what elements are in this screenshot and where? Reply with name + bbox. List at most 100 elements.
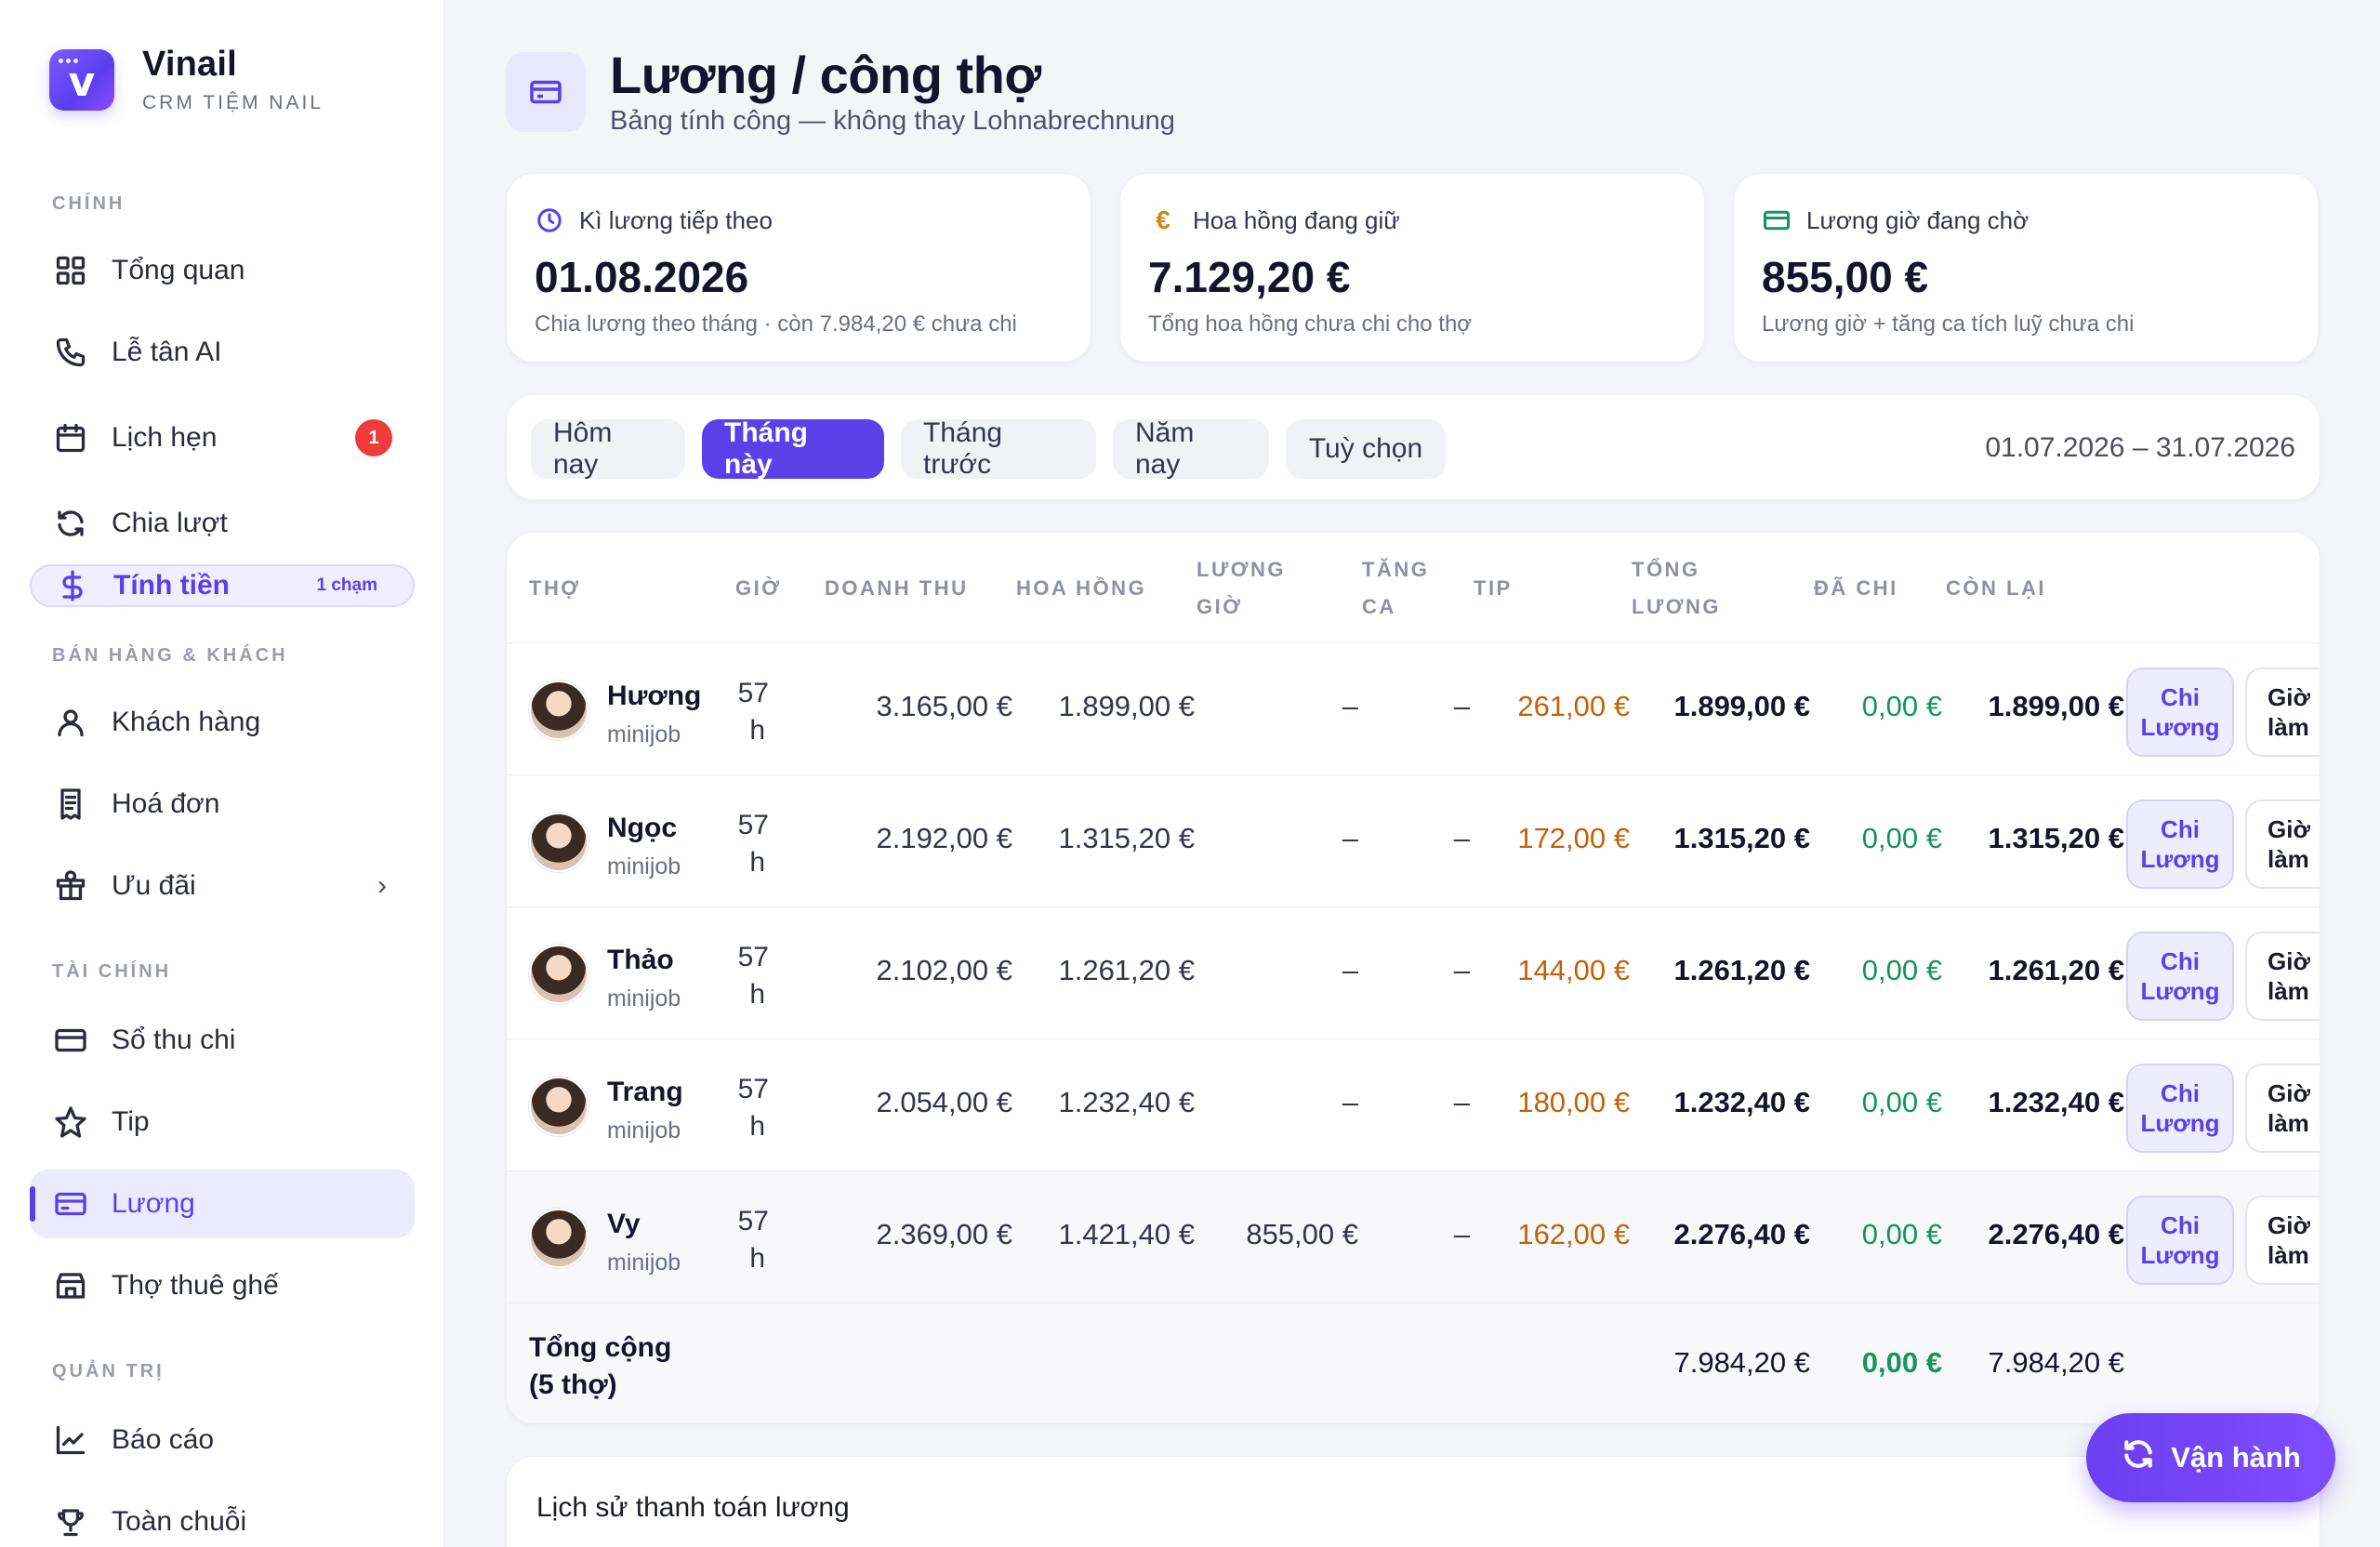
remaining-cell: 1.899,00 € xyxy=(1988,690,2124,722)
tip-cell: 144,00 € xyxy=(1517,954,1630,986)
date-range: 01.07.2026 – 31.07.2026 xyxy=(1985,432,2295,463)
sidebar-item-label: Tính tiền xyxy=(113,570,230,601)
tip-cell: 172,00 € xyxy=(1517,822,1630,854)
section-sales: BÁN HÀNG & KHÁCH xyxy=(52,645,288,666)
sidebar-item-uu-dai[interactable]: Ưu đãi › xyxy=(30,852,415,920)
pay-salary-button[interactable]: Chi Lương xyxy=(2126,932,2234,1021)
tab-last-month[interactable]: Tháng trước xyxy=(901,417,1096,480)
employee-name: Vy xyxy=(607,1209,641,1239)
work-hours-button[interactable]: Giờ làm xyxy=(2245,1196,2320,1285)
avatar xyxy=(529,681,588,740)
sidebar-item-label: Sổ thu chi xyxy=(112,1025,236,1055)
sidebar-item-khach-hang[interactable]: Khách hàng xyxy=(30,688,415,757)
column-header: HOA HỒNG xyxy=(1016,576,1147,600)
sidebar-item-luong[interactable]: Lương xyxy=(30,1170,415,1238)
operate-button[interactable]: Vận hành xyxy=(2086,1413,2335,1502)
revenue-cell: 2.054,00 € xyxy=(876,1086,1012,1118)
sidebar-item-le-tan-ai[interactable]: Lễ tân AI xyxy=(30,318,415,387)
operate-label: Vận hành xyxy=(2171,1441,2301,1474)
employee-name: Thảo xyxy=(607,945,674,975)
sidebar-item-lich-hen[interactable]: Lịch hẹn 1 xyxy=(30,403,415,472)
sidebar-item-label: Toàn chuỗi xyxy=(112,1506,247,1537)
work-hours-button[interactable]: Giờ làm xyxy=(2245,668,2320,757)
work-hours-button[interactable]: Giờ làm xyxy=(2245,800,2320,889)
column-header: DOANH THU xyxy=(825,576,969,600)
commission-cell: 1.261,20 € xyxy=(1058,954,1195,986)
avatar xyxy=(529,945,588,1004)
grid-icon xyxy=(52,252,89,289)
remaining-cell: 1.261,20 € xyxy=(1988,954,2124,986)
employee-type: minijob xyxy=(607,721,681,747)
pay-salary-button[interactable]: Chi Lương xyxy=(2126,1064,2234,1153)
paid-cell: 0,00 € xyxy=(1861,822,1942,854)
sidebar-item-label: Tổng quan xyxy=(112,255,245,285)
pay-salary-button[interactable]: Chi Lương xyxy=(2126,800,2234,889)
commission-cell: 1.232,40 € xyxy=(1058,1086,1195,1118)
revenue-cell: 3.165,00 € xyxy=(876,690,1012,722)
employee-type: minijob xyxy=(607,985,681,1012)
sidebar-item-bao-cao[interactable]: Báo cáo xyxy=(30,1406,415,1474)
brand[interactable]: v Vinail CRM TIỆM NAIL xyxy=(49,45,324,114)
commission-cell: 1.421,40 € xyxy=(1058,1218,1195,1250)
tab-today[interactable]: Hôm nay xyxy=(531,417,685,480)
gift-icon xyxy=(52,867,89,905)
employee-type: minijob xyxy=(607,1117,681,1144)
sidebar-item-tinh-tien[interactable]: Tính tiền 1 chạm xyxy=(30,564,415,607)
avatar xyxy=(529,1209,588,1268)
tip-cell: 162,00 € xyxy=(1517,1218,1630,1250)
work-hours-button[interactable]: Giờ làm xyxy=(2245,932,2320,1021)
sidebar-item-tip[interactable]: Tip xyxy=(30,1088,415,1157)
hourly-wage-cell: – xyxy=(1342,690,1358,722)
totals-row: Tổng cộng (5 thợ) 7.984,20 € 0,00 € 7.984… xyxy=(507,1302,2320,1423)
chart-icon xyxy=(52,1421,89,1459)
overtime-cell: – xyxy=(1453,1218,1470,1250)
employee-name: Trang xyxy=(607,1077,683,1107)
sidebar-item-so-thu-chi[interactable]: Sổ thu chi xyxy=(30,1006,415,1075)
sidebar-item-label: Thợ thuê ghế xyxy=(112,1270,279,1301)
sidebar-item-toan-chuoi[interactable]: Toàn chuỗi xyxy=(30,1488,415,1547)
sidebar-item-label: Khách hàng xyxy=(112,707,261,737)
card-icon xyxy=(1762,205,1792,235)
trophy-icon xyxy=(52,1503,89,1540)
sidebar-item-tho-thue-ghe[interactable]: Thợ thuê ghế xyxy=(30,1251,415,1320)
hours-cell: 57 h xyxy=(737,1074,769,1142)
paid-cell: 0,00 € xyxy=(1861,1218,1942,1250)
column-header: CA xyxy=(1362,595,1396,618)
sidebar-item-chia-luot[interactable]: Chia lượt xyxy=(30,489,415,558)
sidebar-item-tong-quan[interactable]: Tổng quan xyxy=(30,236,415,305)
overtime-cell: – xyxy=(1453,822,1470,854)
sidebar-item-label: Lịch hẹn xyxy=(112,422,218,453)
clock-icon xyxy=(535,205,564,235)
paid-cell: 0,00 € xyxy=(1861,690,1942,722)
chevron-right-icon: › xyxy=(377,870,387,901)
remaining-cell: 1.232,40 € xyxy=(1988,1086,2124,1118)
pay-salary-button[interactable]: Chi Lương xyxy=(2126,668,2234,757)
vinail-logo-icon: v xyxy=(49,48,114,111)
app-name: Vinail xyxy=(142,45,237,84)
column-header: TĂNG xyxy=(1362,558,1430,581)
sidebar-item-hoa-don[interactable]: Hoá đơn xyxy=(30,770,415,839)
tab-custom[interactable]: Tuỳ chọn xyxy=(1286,419,1446,479)
payroll-table: THỢ GIỜ DOANH THU HOA HỒNG LƯƠNG GIỜ TĂN… xyxy=(506,532,2320,1424)
column-header: TỔNG xyxy=(1632,558,1700,581)
hours-cell: 57 h xyxy=(737,678,769,746)
column-header: TIP xyxy=(1474,576,1513,600)
store-icon xyxy=(52,1267,89,1304)
refresh-icon xyxy=(2121,1436,2171,1479)
revenue-cell: 2.192,00 € xyxy=(876,822,1012,854)
avatar xyxy=(529,813,588,872)
tab-this-year[interactable]: Năm nay xyxy=(1113,417,1269,480)
tab-this-month[interactable]: Tháng này xyxy=(702,417,884,480)
dollar-icon xyxy=(54,567,91,604)
star-icon xyxy=(52,1104,89,1141)
work-hours-button[interactable]: Giờ làm xyxy=(2245,1064,2320,1153)
tip-cell: 180,00 € xyxy=(1517,1086,1630,1118)
card-icon xyxy=(52,1022,89,1059)
pay-salary-button[interactable]: Chi Lương xyxy=(2126,1196,2234,1285)
employee-name: Hương xyxy=(607,681,702,711)
euro-icon: € xyxy=(1156,205,1170,234)
remaining-sum: 7.984,20 € xyxy=(1988,1346,2124,1379)
total-wage-cell: 1.232,40 € xyxy=(1673,1086,1810,1118)
stat-card-commission: € Hoa hồng đang giữ 7.129,20 € Tổng hoa … xyxy=(1119,173,1705,363)
payment-history-card: Lịch sử thanh toán lương xyxy=(506,1456,2320,1547)
